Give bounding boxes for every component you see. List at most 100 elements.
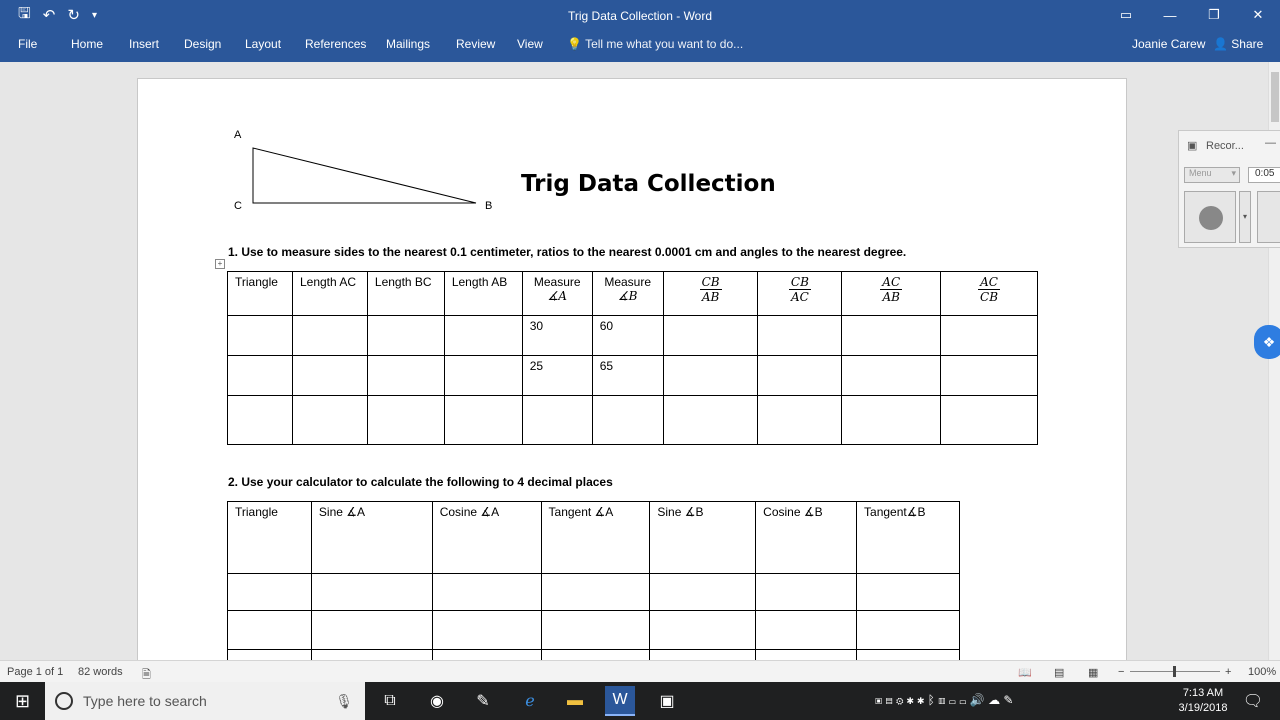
tab-insert[interactable]: Insert	[129, 37, 159, 51]
restore-icon[interactable]: ❐	[1192, 0, 1236, 30]
tab-review[interactable]: Review	[456, 37, 495, 51]
notes-app-icon[interactable]: ✎	[468, 686, 498, 716]
recorder-minimize-icon[interactable]: —	[1265, 137, 1276, 149]
cell-measure-b[interactable]: 65	[591, 355, 664, 396]
zoom-slider-thumb[interactable]	[1173, 666, 1176, 677]
table-cell[interactable]	[757, 395, 843, 445]
task-view-icon[interactable]: ⧉	[375, 686, 405, 716]
table-cell[interactable]	[940, 355, 1038, 396]
table-cell[interactable]	[227, 573, 312, 611]
table-cell[interactable]	[755, 649, 858, 660]
tab-home[interactable]: Home	[71, 37, 103, 51]
start-button[interactable]: ⊞	[0, 682, 45, 720]
table-move-handle-icon[interactable]: +	[215, 259, 225, 269]
table-cell[interactable]	[540, 573, 651, 611]
tab-layout[interactable]: Layout	[245, 37, 281, 51]
table-cell[interactable]	[649, 573, 757, 611]
table-cell[interactable]	[366, 355, 445, 396]
table-cell[interactable]	[755, 573, 858, 611]
tab-references[interactable]: References	[305, 37, 366, 51]
table-cell[interactable]	[291, 315, 368, 356]
close-icon[interactable]: ✕	[1236, 0, 1280, 30]
dropbox-icon[interactable]: ❖	[1254, 325, 1280, 359]
scrollbar-thumb[interactable]	[1271, 72, 1279, 122]
table-cell[interactable]	[291, 355, 368, 396]
table-cell[interactable]	[227, 610, 312, 650]
system-tray-icons[interactable]: ▣ ▤ ⚙ ✱ ✱ ᛒ ▥ ▭ ▭ 🔊 ☁ ✎	[875, 693, 1013, 707]
notifications-icon[interactable]: 🗨	[1238, 686, 1268, 716]
tab-design[interactable]: Design	[184, 37, 221, 51]
user-name[interactable]: Joanie Carew	[1132, 37, 1205, 51]
ribbon-display-options-icon[interactable]: ▭	[1104, 0, 1148, 30]
recorder-menu-dropdown[interactable]: Menu ▾	[1184, 167, 1240, 183]
table-cell[interactable]	[841, 315, 942, 356]
microphone-icon[interactable]: 🎙	[335, 693, 353, 710]
recorder-taskbar-icon[interactable]: ▣	[652, 686, 682, 716]
cell-measure-a[interactable]: 25	[521, 355, 593, 396]
minimize-icon[interactable]: —	[1148, 0, 1192, 30]
cell-measure-a[interactable]	[521, 395, 593, 445]
page-count[interactable]: Page 1 of 1	[7, 666, 63, 678]
table-cell[interactable]	[366, 395, 445, 445]
zoom-out-icon[interactable]: −	[1118, 666, 1124, 678]
ratio3-denominator: AB	[882, 290, 900, 304]
table-cell[interactable]	[940, 395, 1038, 445]
table-cell[interactable]	[856, 649, 960, 660]
table-cell[interactable]	[227, 649, 312, 660]
table-cell[interactable]	[227, 355, 293, 396]
tab-view[interactable]: View	[517, 37, 543, 51]
chrome-icon[interactable]: ◉	[422, 686, 452, 716]
word-icon[interactable]: W	[605, 686, 635, 716]
table-cell[interactable]	[856, 573, 960, 611]
table-cell[interactable]	[443, 395, 523, 445]
tab-file[interactable]: File	[18, 37, 37, 51]
table-cell[interactable]	[443, 315, 523, 356]
word-count[interactable]: 82 words	[78, 666, 123, 678]
share-button[interactable]: 👤 Share	[1213, 37, 1263, 51]
table-cell[interactable]	[227, 395, 293, 445]
table-cell[interactable]	[366, 315, 445, 356]
table-cell[interactable]	[841, 355, 942, 396]
cell-measure-b[interactable]: 60	[591, 315, 664, 356]
table-cell[interactable]	[649, 610, 757, 650]
record-options-button[interactable]: ▾	[1239, 191, 1251, 243]
taskbar-search[interactable]: Type here to search 🎙	[45, 682, 365, 720]
table-cell[interactable]	[540, 610, 651, 650]
table-cell[interactable]	[757, 355, 843, 396]
table-cell[interactable]	[310, 573, 433, 611]
edge-icon[interactable]: ℯ	[515, 686, 545, 716]
table-cell[interactable]	[443, 355, 523, 396]
table-cell[interactable]	[662, 395, 759, 445]
web-layout-icon[interactable]: ▦	[1088, 666, 1098, 679]
print-layout-icon[interactable]: ▤	[1054, 666, 1064, 679]
file-explorer-icon[interactable]: ▬	[560, 686, 590, 716]
table-cell[interactable]	[856, 610, 960, 650]
cell-measure-b[interactable]	[591, 395, 664, 445]
table-cell[interactable]	[662, 315, 759, 356]
recorder-secondary-button[interactable]	[1257, 191, 1280, 243]
tab-mailings[interactable]: Mailings	[386, 37, 430, 51]
zoom-level[interactable]: 100%	[1248, 666, 1276, 678]
table-cell[interactable]	[431, 610, 542, 650]
table-cell[interactable]	[662, 355, 759, 396]
record-button[interactable]	[1184, 191, 1236, 243]
table-cell[interactable]	[649, 649, 757, 660]
read-mode-icon[interactable]: 📖	[1018, 666, 1032, 679]
table-cell[interactable]	[940, 315, 1038, 356]
table-cell[interactable]	[841, 395, 942, 445]
cell-measure-a[interactable]: 30	[521, 315, 593, 356]
table-cell[interactable]	[540, 649, 651, 660]
table-cell[interactable]	[757, 315, 843, 356]
tell-me-box[interactable]: 💡 Tell me what you want to do...	[567, 37, 743, 51]
document-page[interactable]: A C B Trig Data Collection 1. Use to mea…	[137, 78, 1127, 660]
table-cell[interactable]	[291, 395, 368, 445]
table-cell[interactable]	[227, 315, 293, 356]
table-cell[interactable]	[310, 649, 433, 660]
chevron-down-icon: ▾	[1231, 168, 1236, 178]
zoom-in-icon[interactable]: +	[1225, 666, 1231, 678]
clock[interactable]: 7:13 AM 3/19/2018	[1175, 686, 1231, 716]
table-cell[interactable]	[431, 649, 542, 660]
table-cell[interactable]	[755, 610, 858, 650]
table-cell[interactable]	[310, 610, 433, 650]
table-cell[interactable]	[431, 573, 542, 611]
